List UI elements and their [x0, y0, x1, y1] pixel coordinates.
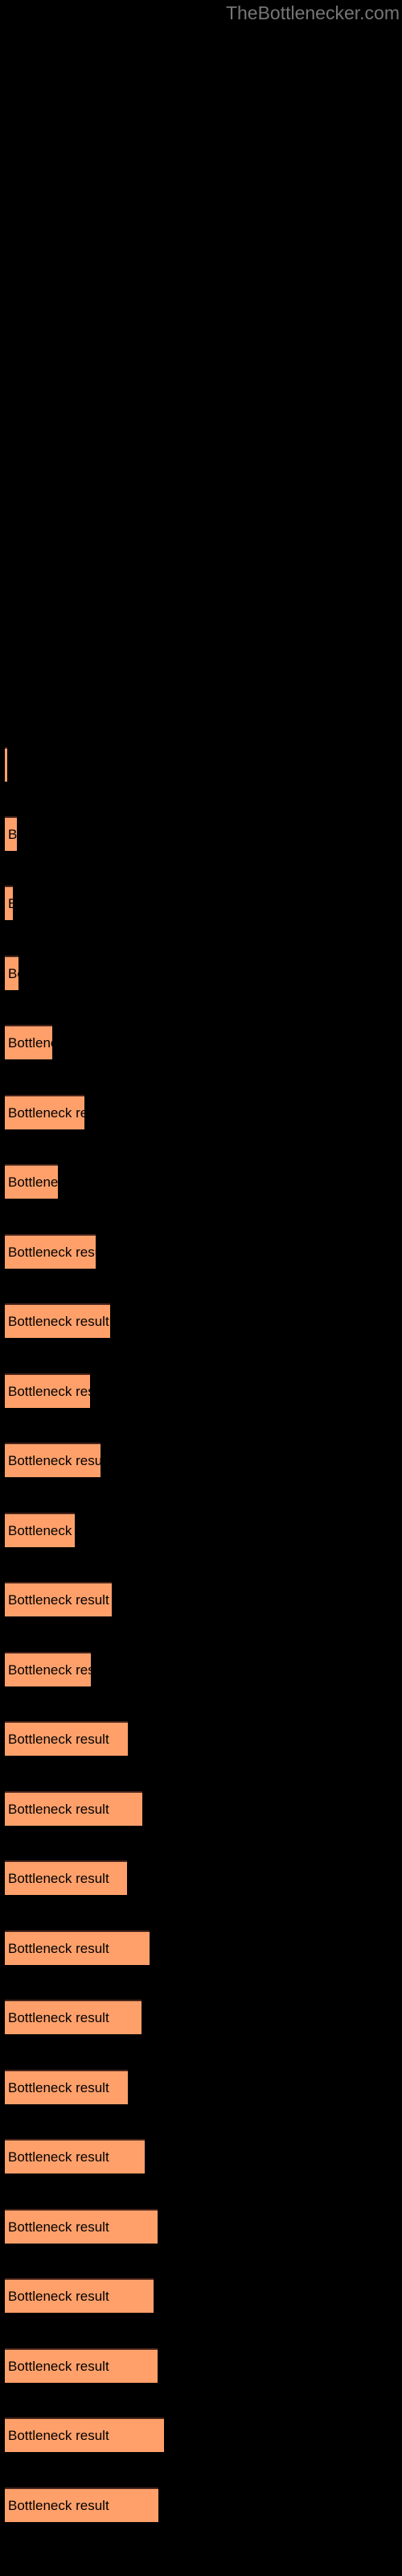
chart-bar: Bottleneck result [5, 886, 13, 920]
chart-bar: Bottleneck result [5, 2139, 145, 2174]
chart-bar: Bottleneck result [5, 1095, 84, 1129]
bar-row: Bottleneck result [0, 1443, 402, 1479]
chart-bar: Bottleneck result [5, 956, 18, 990]
bar-row: Bottleneck result [0, 2487, 402, 2524]
bar-label: Bottleneck result [8, 2079, 109, 2095]
bar-label: Bottleneck result [8, 2219, 109, 2235]
bar-row: Bottleneck result [0, 1513, 402, 1549]
bar-row: Bottleneck result [0, 2348, 402, 2384]
bar-row: Bottleneck result [0, 2278, 402, 2314]
chart-bar: Bottleneck result [5, 816, 17, 851]
bar-label: Bottleneck result [8, 1313, 109, 1329]
chart-bar: Bottleneck result [5, 1721, 128, 1756]
bar-label: Bottleneck result [8, 1244, 96, 1260]
bar-row: Bottleneck result [0, 886, 402, 922]
bar-row: Bottleneck result [0, 1095, 402, 1131]
bar-label: Bottleneck result [8, 1731, 109, 1747]
chart-bar: Bottleneck result [5, 2000, 142, 2034]
bar-row: Bottleneck result [0, 1652, 402, 1688]
bar-label: Bottleneck result [8, 1104, 84, 1121]
chart-bar: Bottleneck result [5, 2487, 158, 2522]
chart-bar: Bottleneck result [5, 1513, 75, 1547]
chart-bar: Bottleneck result [5, 1303, 110, 1338]
chart-bar: Bottleneck result [5, 2348, 158, 2383]
bar-label: Bottleneck result [8, 2427, 109, 2443]
bar-row: Bottleneck result [0, 2209, 402, 2245]
chart-bar: Bottleneck result [5, 1582, 112, 1616]
chart-bar: Bottleneck result [5, 1930, 150, 1965]
bar-label: Bottleneck result [8, 965, 18, 981]
bar-label: Bottleneck result [8, 2497, 109, 2513]
bar-label: Bottleneck result [8, 2358, 109, 2374]
chart-bar: Bottleneck result [5, 2417, 164, 2452]
chart-bar: Bottleneck result [5, 1652, 91, 1686]
bar-label: Bottleneck result [8, 2288, 109, 2304]
page-root: TheBottlenecker.com Bottleneck resultBot… [0, 0, 402, 2576]
chart-bar: Bottleneck result [5, 747, 7, 782]
bar-label: Bottleneck result [8, 1383, 90, 1399]
bar-label: Bottleneck result [8, 826, 17, 842]
bar-row: Bottleneck result [0, 956, 402, 992]
bar-chart-plot-area: Bottleneck result Bottleneck result Bottle… [0, 0, 402, 2576]
bar-label: Bottleneck result [8, 2009, 109, 2025]
bar-label: Bottleneck result [8, 1452, 100, 1468]
bar-row: Bottleneck result [0, 1860, 402, 1897]
bar-row: Bottleneck result [0, 1721, 402, 1757]
bar-row: Bottleneck result [0, 1164, 402, 1200]
chart-bar: Bottleneck result [5, 1860, 127, 1895]
bar-label: Bottleneck result [8, 2149, 109, 2165]
bar-label: Bottleneck result [8, 896, 13, 912]
bar-row: Bottleneck result [0, 747, 402, 783]
chart-bar: Bottleneck result [5, 2209, 158, 2244]
bar-row: Bottleneck result [0, 1930, 402, 1967]
chart-bar: Bottleneck result [5, 1791, 142, 1826]
bar-label: Bottleneck result [8, 1522, 75, 1538]
bar-row: Bottleneck result [0, 1791, 402, 1827]
chart-bar: Bottleneck result [5, 1234, 96, 1269]
bar-row: Bottleneck result [0, 1234, 402, 1270]
chart-bar: Bottleneck result [5, 1443, 100, 1477]
bar-row: Bottleneck result [0, 1025, 402, 1061]
bar-row: Bottleneck result [0, 1303, 402, 1340]
chart-bar: Bottleneck result [5, 2070, 128, 2104]
bar-row: Bottleneck result [0, 2139, 402, 2175]
bar-label: Bottleneck result [8, 1662, 91, 1678]
bar-row: Bottleneck result [0, 2000, 402, 2036]
bar-row: Bottleneck result [0, 1373, 402, 1410]
bar-label: Bottleneck result [8, 1591, 109, 1608]
chart-bar: Bottleneck result [5, 2278, 154, 2313]
bar-row: Bottleneck result [0, 2417, 402, 2454]
bar-label: Bottleneck result [8, 1870, 109, 1886]
chart-bar: Bottleneck result [5, 1025, 52, 1059]
bar-row: Bottleneck result [0, 816, 402, 852]
bar-label: Bottleneck result [8, 1034, 52, 1051]
bar-row: Bottleneck result [0, 1582, 402, 1618]
bar-label: Bottleneck result [8, 1174, 58, 1190]
bar-row: Bottleneck result [0, 2070, 402, 2106]
bar-label: Bottleneck result [8, 1940, 109, 1956]
chart-bar: Bottleneck result [5, 1164, 58, 1199]
chart-bar: Bottleneck result [5, 1373, 90, 1408]
bar-label: Bottleneck result [8, 1801, 109, 1817]
